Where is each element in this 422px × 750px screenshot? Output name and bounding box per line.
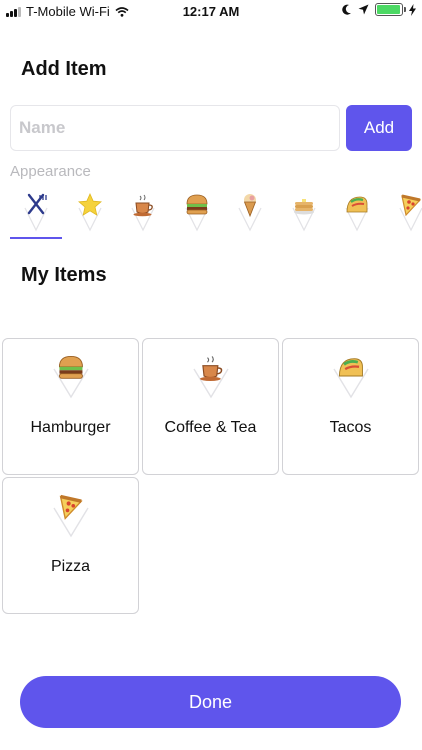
item-card-tacos[interactable]: Tacos [282, 338, 419, 475]
item-card-coffee-tea[interactable]: Coffee & Tea [142, 338, 279, 475]
coffee-icon [191, 351, 231, 401]
coffee-icon [130, 192, 156, 218]
pizza-icon [51, 490, 91, 540]
appearance-option-taco[interactable] [331, 188, 384, 240]
pancakes-icon [291, 192, 317, 218]
item-card-hamburger[interactable]: Hamburger [2, 338, 139, 475]
status-bar: T-Mobile Wi-Fi 12:17 AM [0, 0, 422, 24]
status-right [342, 3, 416, 16]
appearance-option-utensils[interactable] [10, 188, 63, 240]
moon-icon [342, 4, 351, 15]
name-input[interactable] [10, 105, 340, 151]
appearance-option-ice-cream[interactable] [224, 188, 277, 240]
pizza-icon [398, 192, 422, 218]
utensils-icon [23, 192, 49, 218]
done-button[interactable]: Done [20, 676, 401, 728]
item-card-pizza[interactable]: Pizza [2, 477, 139, 614]
battery-tip [404, 7, 406, 12]
taco-icon [331, 351, 371, 401]
hamburger-icon [184, 192, 210, 218]
appearance-option-coffee[interactable] [117, 188, 170, 240]
appearance-option-pizza[interactable] [385, 188, 422, 240]
item-label: Hamburger [30, 419, 111, 436]
add-button[interactable]: Add [346, 105, 412, 151]
battery-fill [377, 5, 400, 14]
charging-icon [409, 3, 416, 16]
battery-icon [375, 3, 406, 16]
appearance-option-hamburger[interactable] [171, 188, 224, 240]
taco-icon [344, 192, 370, 218]
appearance-label: Appearance [10, 163, 91, 180]
star-icon [77, 192, 103, 218]
my-items-title: My Items [21, 264, 107, 286]
item-label: Pizza [50, 558, 91, 575]
appearance-option-star[interactable] [64, 188, 117, 240]
location-icon [358, 4, 369, 15]
item-label: Coffee & Tea [164, 419, 257, 436]
hamburger-icon [51, 351, 91, 401]
add-item-title: Add Item [21, 58, 107, 80]
appearance-option-pancakes[interactable] [278, 188, 331, 240]
appearance-icon-strip[interactable] [10, 188, 422, 240]
item-label: Tacos [329, 419, 372, 436]
ice-cream-icon [237, 192, 263, 218]
